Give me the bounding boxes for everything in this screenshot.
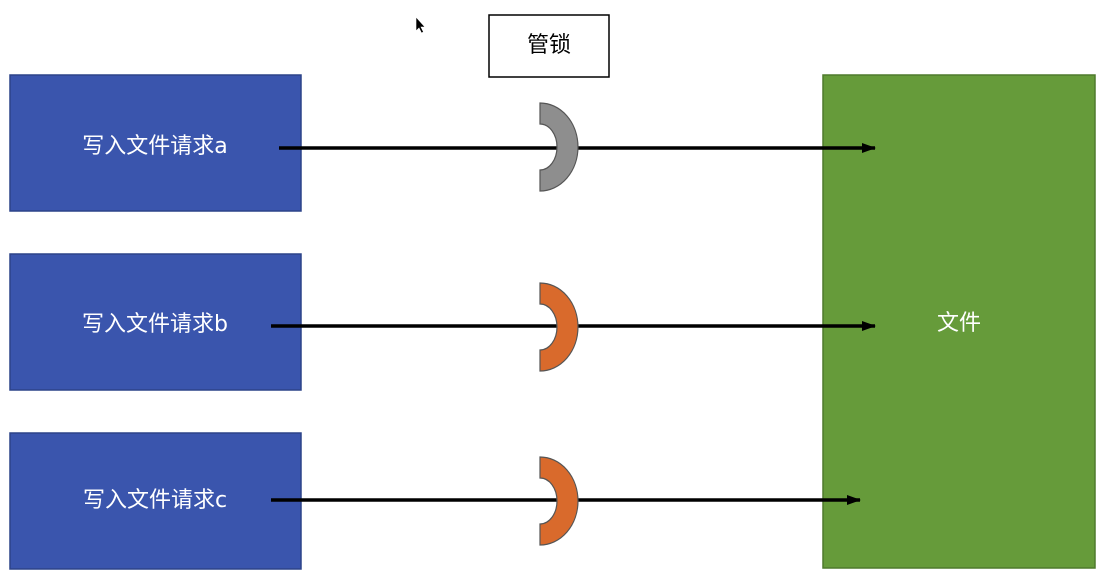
- file-label: 文件: [937, 311, 981, 336]
- lock-diagram: 管锁 文件 写入文件请求a 写入文件请求b 写入文件请求c: [9, 14, 1096, 570]
- request-c: 写入文件请求c: [9, 432, 302, 570]
- request-b-label: 写入文件请求b: [82, 312, 228, 337]
- lock-title: 管锁: [527, 33, 571, 58]
- request-a-label: 写入文件请求a: [82, 134, 227, 159]
- request-b: 写入文件请求b: [9, 253, 302, 391]
- mouse-pointer-icon: [415, 16, 426, 34]
- request-c-label: 写入文件请求c: [83, 488, 227, 513]
- lock-title-box: 管锁: [488, 14, 610, 78]
- request-a: 写入文件请求a: [9, 74, 302, 212]
